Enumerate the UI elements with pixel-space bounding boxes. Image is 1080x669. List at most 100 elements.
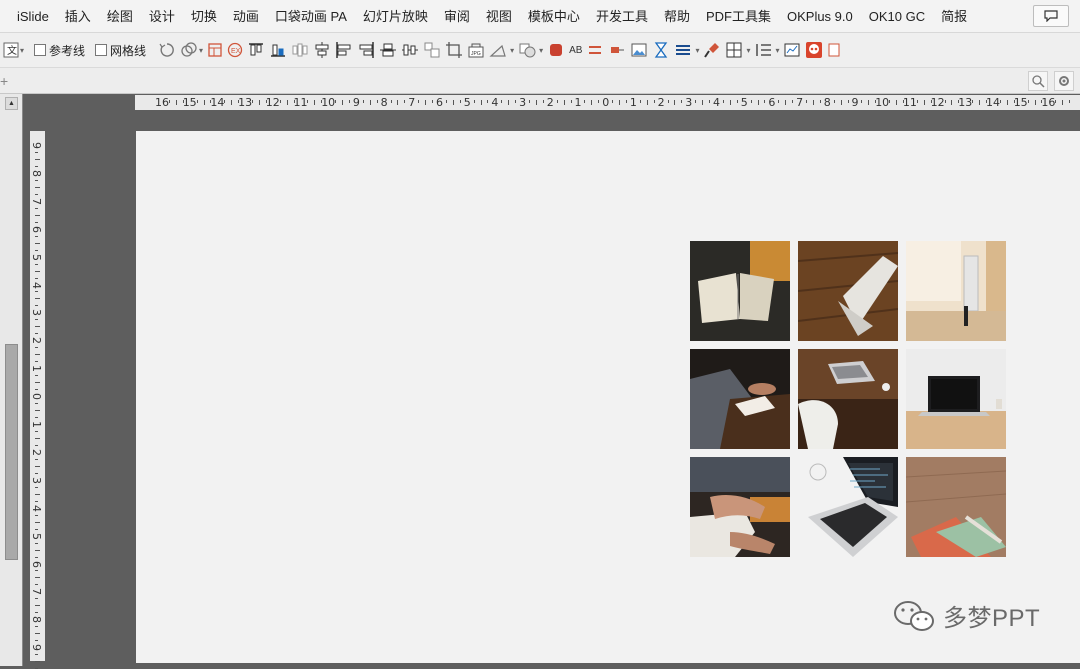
menu-item-7[interactable]: 幻灯片放映 <box>355 0 436 33</box>
menu-item-14[interactable]: OKPlus 9.0 <box>779 0 861 33</box>
ruler-tick <box>168 100 170 103</box>
menu-item-4[interactable]: 切换 <box>183 0 225 33</box>
ruler-label: 7 <box>30 197 43 205</box>
table-red-button[interactable] <box>207 38 223 62</box>
menu-item-2[interactable]: 绘图 <box>99 0 141 33</box>
menu-item-1[interactable]: 插入 <box>57 0 99 33</box>
ruler-tick <box>35 242 40 244</box>
crop-button[interactable] <box>445 38 463 62</box>
distribute-horizontal-icon <box>292 43 308 57</box>
menu-item-5[interactable]: 动画 <box>225 0 267 33</box>
layers-icon <box>828 43 840 57</box>
laptop-desk-photo[interactable] <box>798 349 898 449</box>
ruler-tick <box>535 100 537 105</box>
svg-text:EX: EX <box>231 48 241 55</box>
align-left-button[interactable] <box>335 38 353 62</box>
text-direction-button[interactable]: 文 ▾ <box>3 38 24 62</box>
ruler-tick <box>979 100 981 105</box>
menu-item-11[interactable]: 开发工具 <box>588 0 656 33</box>
ruler-tick <box>556 100 558 103</box>
ruler-tick <box>35 430 38 432</box>
format-painter-button[interactable] <box>703 38 721 62</box>
ruler-label: 2 <box>30 337 43 345</box>
distribute-h-button[interactable] <box>291 38 309 62</box>
ruler-tick <box>35 305 38 307</box>
meeting-hands-photo[interactable] <box>690 349 790 449</box>
picture-button[interactable] <box>630 38 648 62</box>
align-middle-button[interactable] <box>379 38 397 62</box>
vertical-scrollbar[interactable]: ▲ <box>0 94 23 666</box>
grid-layout-button[interactable]: ▾ <box>725 38 750 62</box>
ruler-tick <box>418 100 420 103</box>
ruler-label: 4 <box>30 281 43 289</box>
menu-item-3[interactable]: 设计 <box>141 0 183 33</box>
scroll-up-arrow[interactable]: ▲ <box>5 97 18 110</box>
menu-item-8[interactable]: 审阅 <box>436 0 478 33</box>
align-bottom-button[interactable] <box>269 38 287 62</box>
settings-button[interactable] <box>1054 71 1074 91</box>
export-button[interactable]: EX <box>227 38 243 62</box>
align-right-button[interactable] <box>357 38 375 62</box>
menu-item-0[interactable]: iSlide <box>0 0 57 33</box>
chart-button[interactable] <box>783 38 801 62</box>
ruler-tick <box>35 633 40 635</box>
scroll-thumb[interactable] <box>5 344 18 560</box>
desk-monitor-photo[interactable] <box>906 241 1006 341</box>
menu-item-15[interactable]: OK10 GC <box>861 0 933 33</box>
merge-shapes-button[interactable]: ▾ <box>180 38 203 62</box>
comment-button[interactable] <box>1033 5 1069 27</box>
quick-toolbar: 文 ▾ 参考线 网格线 ▾ EX JPG ▾ ▾ AB ▾ ▾ ▾ <box>0 33 1080 67</box>
hourglass-button[interactable] <box>652 38 670 62</box>
ruler-tick <box>480 100 482 105</box>
rotate-button[interactable] <box>158 38 176 62</box>
menu-item-13[interactable]: PDF工具集 <box>698 0 779 33</box>
notebook-desk-photo[interactable] <box>906 457 1006 557</box>
ruler-tick <box>35 605 40 607</box>
ruler-tick <box>452 100 454 105</box>
menu-item-16[interactable]: 简报 <box>933 0 975 33</box>
zoom-tool-button[interactable] <box>1028 71 1048 91</box>
ruler-tick <box>729 100 731 105</box>
align-top-button[interactable] <box>247 38 265 62</box>
menu-item-6[interactable]: 口袋动画 PA <box>267 0 355 33</box>
grid-checkbox[interactable] <box>95 44 108 56</box>
line-spacing-button[interactable]: ▾ <box>754 38 779 62</box>
horizontal-ruler[interactable]: 16 15 14 13 12 11 10 9 8 7 6 5 4 3 2 1 0 1 2 3 4 5 6 7 8 9 10 11 12 1… <box>135 95 1080 110</box>
jpg-export-button[interactable]: JPG <box>467 38 485 62</box>
ruler-tick <box>508 100 510 105</box>
color-fill-button[interactable] <box>547 38 565 62</box>
text-ab-button[interactable]: AB <box>569 38 582 62</box>
shape-angle-button[interactable]: ▾ <box>489 38 514 62</box>
laptop-wood-photo[interactable] <box>906 349 1006 449</box>
group-button[interactable] <box>423 38 441 62</box>
menu-item-12[interactable]: 帮助 <box>656 0 698 33</box>
menu-item-9[interactable]: 视图 <box>478 0 520 33</box>
align-center-v-button[interactable] <box>313 38 331 62</box>
expand-icon[interactable]: + <box>0 73 8 89</box>
guides-checkbox[interactable] <box>34 44 47 56</box>
ruler-label: 8 <box>30 169 43 177</box>
grid-toggle[interactable]: 网格线 <box>89 38 146 62</box>
vertical-ruler[interactable]: 9 8 7 6 5 4 3 2 1 0 1 2 3 4 5 6 7 8 9 <box>30 131 45 669</box>
open-book-photo[interactable] <box>690 241 790 341</box>
skull-button[interactable] <box>805 38 823 62</box>
ruler-tick <box>515 100 517 103</box>
ruler-tick <box>646 100 648 105</box>
line-style-button[interactable]: ▾ <box>674 38 699 62</box>
slide-canvas[interactable] <box>136 131 1080 663</box>
distribute-v-button[interactable] <box>401 38 419 62</box>
folded-paper-photo[interactable] <box>798 241 898 341</box>
more-button[interactable] <box>827 38 841 62</box>
ruler-label: 13 <box>238 96 253 109</box>
ruler-label: 1 <box>30 421 43 428</box>
shape-style-button[interactable]: ▾ <box>518 38 543 62</box>
ruler-label: 3 <box>30 309 43 317</box>
menu-item-10[interactable]: 模板中心 <box>520 0 588 33</box>
ruler-tick <box>231 100 233 105</box>
guides-toggle[interactable]: 参考线 <box>28 38 85 62</box>
laptop-keyboard-photo[interactable] <box>798 457 898 557</box>
arrow-right-button[interactable] <box>608 38 626 62</box>
swap-button[interactable] <box>586 38 604 62</box>
typing-hands-photo[interactable] <box>690 457 790 557</box>
ruler-label: 6 <box>436 96 443 109</box>
